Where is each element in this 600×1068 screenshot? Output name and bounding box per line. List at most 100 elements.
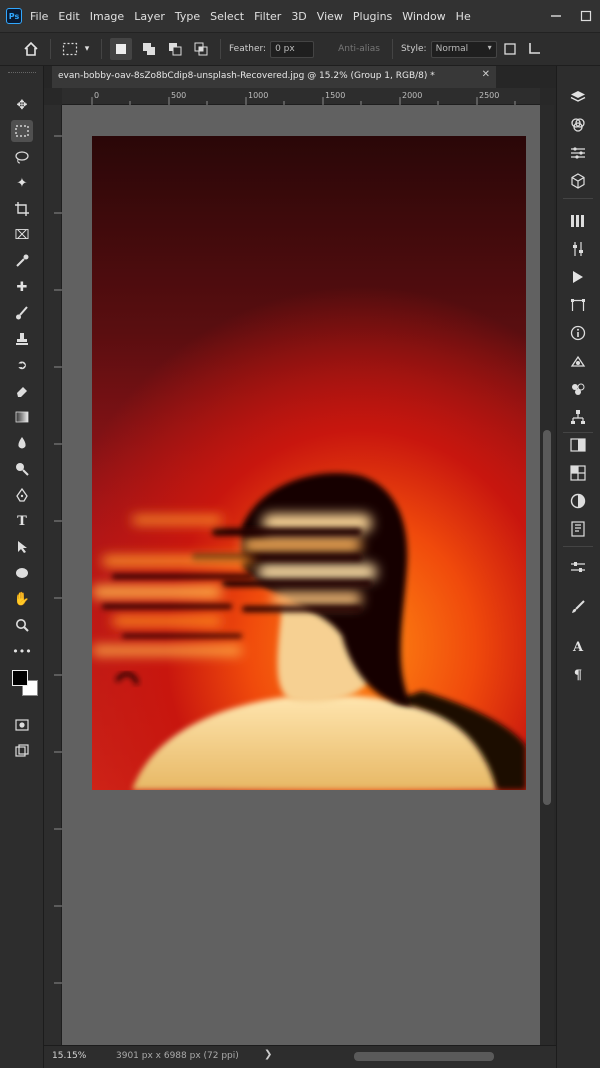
marquee-preset-icon[interactable] (59, 38, 81, 60)
lasso-icon[interactable] (11, 146, 33, 168)
screen-mode-icon[interactable] (11, 740, 33, 762)
document-tab[interactable]: evan-bobby-oav-8sZo8bCdip8-unsplash-Reco… (52, 66, 496, 88)
ruler-label: 1000 (248, 91, 269, 100)
quick-mask-icon[interactable] (11, 714, 33, 736)
healing-brush-icon[interactable]: ✚ (11, 276, 33, 298)
eraser-icon[interactable] (11, 380, 33, 402)
channels-icon[interactable] (566, 114, 590, 136)
horizontal-scrollbar-thumb[interactable] (354, 1052, 494, 1061)
type-icon[interactable]: T (11, 510, 33, 532)
zoom-level[interactable]: 15.15% (52, 1051, 86, 1061)
artwork-image[interactable] (92, 136, 526, 790)
frame-box-icon[interactable] (499, 38, 521, 60)
menu-bar: Ps File Edit Image Layer Type Select Fil… (0, 0, 600, 32)
history-brush-icon[interactable]: ➲ (11, 354, 33, 376)
ruler-ticks (54, 135, 62, 984)
status-menu-arrow-icon[interactable]: ❯ (264, 1049, 272, 1060)
color-icon[interactable] (566, 434, 590, 456)
menu-3d[interactable]: 3D (291, 10, 306, 23)
menu-help[interactable]: He (456, 10, 471, 23)
vertical-scrollbar[interactable] (540, 105, 554, 1045)
close-icon[interactable]: ✕ (482, 69, 490, 80)
feather-input[interactable]: 0 px (270, 40, 315, 58)
marquee-icon[interactable] (11, 120, 33, 142)
styles-icon[interactable] (566, 462, 590, 484)
paragraph-icon[interactable] (566, 294, 590, 316)
horizontal-ruler[interactable]: 0 500 1000 1500 2000 2500 (62, 88, 540, 105)
anti-alias-label[interactable]: Anti-alias (338, 44, 380, 54)
menu-window[interactable]: Window (402, 10, 445, 23)
menu-image[interactable]: Image (90, 10, 124, 23)
paragraph-style-icon[interactable]: ¶ (566, 664, 590, 686)
photoshop-logo-icon[interactable]: Ps (6, 8, 22, 24)
maximize-icon[interactable] (576, 6, 596, 26)
character-icon[interactable]: A (566, 636, 590, 658)
menu-file[interactable]: File (30, 10, 48, 23)
menu-filter[interactable]: Filter (254, 10, 281, 23)
color-swatches (8, 666, 40, 698)
menu-view[interactable]: View (317, 10, 343, 23)
canvas-area[interactable] (62, 105, 540, 1045)
paths-icon[interactable] (566, 142, 590, 164)
frame-icon[interactable]: ⌧ (11, 224, 33, 246)
layers-icon[interactable] (566, 86, 590, 108)
history-icon[interactable] (566, 350, 590, 372)
chevron-down-icon[interactable]: ▾ (81, 38, 93, 60)
actions-icon[interactable] (566, 266, 590, 288)
gradient-icon[interactable] (11, 406, 33, 428)
options-bar: ▾ Feather: 0 px Anti-alias Style: Normal… (0, 32, 600, 66)
eyedropper-icon[interactable] (11, 250, 33, 272)
adjustments-icon[interactable] (566, 238, 590, 260)
panel-divider (563, 432, 593, 433)
panel-divider (563, 198, 593, 199)
artwork-subject (92, 473, 526, 790)
navigator-icon[interactable] (566, 490, 590, 512)
ellipse-icon[interactable] (11, 562, 33, 584)
brushes-icon[interactable] (566, 596, 590, 618)
3d-icon[interactable] (566, 170, 590, 192)
menu-layer[interactable]: Layer (134, 10, 165, 23)
intersect-selection-icon[interactable] (190, 38, 212, 60)
feather-label: Feather: (229, 44, 267, 54)
subtract-from-selection-icon[interactable] (164, 38, 186, 60)
options-divider (50, 39, 51, 59)
libraries-icon[interactable] (566, 210, 590, 232)
object-select-icon[interactable]: ✦ (11, 172, 33, 194)
menu-select[interactable]: Select (210, 10, 244, 23)
foreground-color-swatch[interactable] (12, 670, 28, 686)
properties-icon[interactable] (566, 378, 590, 400)
masks-icon[interactable] (566, 518, 590, 540)
path-select-icon[interactable] (11, 536, 33, 558)
menu-plugins[interactable]: Plugins (353, 10, 392, 23)
more-tools-icon[interactable]: ••• (11, 640, 33, 662)
ruler-label: 1500 (325, 91, 346, 100)
info-icon[interactable] (566, 322, 590, 344)
zoom-icon[interactable] (11, 614, 33, 636)
move-icon[interactable]: ✥ (11, 94, 33, 116)
blur-icon[interactable] (11, 432, 33, 454)
clone-stamp-icon[interactable] (11, 328, 33, 350)
vertical-scrollbar-thumb[interactable] (543, 430, 551, 805)
options-divider (101, 39, 102, 59)
brush-icon[interactable] (11, 302, 33, 324)
style-select[interactable]: Normal ▾ (430, 40, 497, 58)
add-to-selection-icon[interactable] (138, 38, 160, 60)
minimize-icon[interactable] (546, 6, 566, 26)
menu-type[interactable]: Type (175, 10, 200, 23)
home-icon[interactable] (20, 38, 42, 60)
ruler-label: 2500 (479, 91, 500, 100)
status-bar: 15.15% 3901 px x 6988 px (72 ppi) ❯ (44, 1045, 556, 1068)
new-selection-icon[interactable] (110, 38, 132, 60)
options-divider (220, 39, 221, 59)
crop-corner-icon[interactable] (523, 38, 545, 60)
pen-icon[interactable] (11, 484, 33, 506)
timeline-icon[interactable] (566, 556, 590, 578)
swatches-icon[interactable] (566, 406, 590, 428)
toolbar-grip[interactable] (8, 72, 36, 75)
crop-icon[interactable] (11, 198, 33, 220)
vertical-ruler[interactable] (44, 105, 62, 1045)
tools-panel: ✥ ✦ ⌧ ✚ ➲ T ✋ ••• (0, 66, 44, 1068)
dodge-icon[interactable] (11, 458, 33, 480)
menu-edit[interactable]: Edit (58, 10, 79, 23)
hand-icon[interactable]: ✋ (11, 588, 33, 610)
